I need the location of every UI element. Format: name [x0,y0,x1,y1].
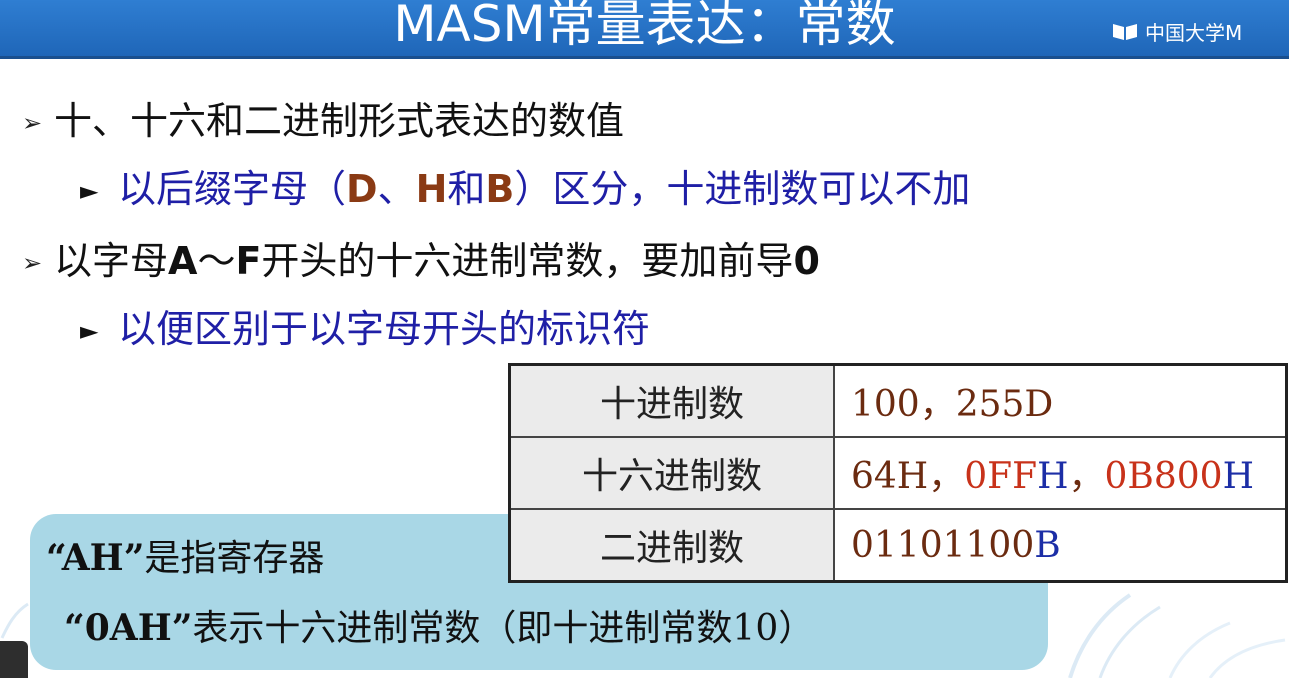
bullet-text: 、 [377,167,416,211]
bullet-text: 和 [447,167,486,211]
value-segment: H [1037,456,1069,497]
player-control-handle[interactable] [0,641,28,678]
university-logo: 中国大学M [1111,18,1289,44]
value-segment: ， [1068,456,1105,497]
decorative-swirl [0,602,29,639]
bullet-text: ～ [197,239,236,283]
suffix-letter: D [346,167,378,211]
value-segment: 01101100 [851,524,1035,566]
slide-title: MASM常量表达：常数 [393,0,896,53]
bullet-text: 以便区别于以字母开头的标识符 [118,307,651,351]
note-quoted-term: “AH” [46,537,145,579]
row-label: 十进制数 [508,363,835,438]
letter-a: A [168,239,198,283]
suffix-letter: B [485,167,515,211]
bullet-number-forms: ➢ 十、十六和二进制形式表达的数值 [22,98,624,146]
bullet-text: 以字母 [54,239,169,283]
bullet-text: 开头的十六进制常数，要加前导 [261,239,794,283]
radix-examples-table: 十进制数 100，255D 十六进制数 64H，0FFH，0B800H 二进制数… [508,363,1288,583]
value-segment: 0B800 [1104,456,1223,497]
letter-f: F [235,239,262,283]
triangle-bullet-icon: ► [80,177,99,205]
table-row-decimal: 十进制数 100，255D [508,363,1288,438]
row-value: 01101100B [833,508,1288,583]
note-quoted-term: “0AH” [64,607,193,649]
leading-zero: 0 [793,239,820,283]
bullet-text: ）区分，十进制数可以不加 [514,167,971,211]
decorative-swirl [1068,593,1286,678]
value-segment: 0FF [964,456,1038,497]
slide-title-bar: MASM常量表达：常数 中国大学M [0,0,1289,59]
note-text: 是指寄存器 [144,538,325,579]
book-logo-icon [1113,24,1137,40]
suffix-letter: H [415,167,448,211]
triangle-bullet-icon: ► [80,317,99,345]
bullet-text: 以后缀字母（ [118,167,347,211]
note-text: 表示十六进制常数（即十进制常数10） [192,608,815,649]
arrow-bullet-icon: ➢ [22,249,43,277]
table-row-hex: 十六进制数 64H，0FFH，0B800H [508,436,1288,510]
row-label: 二进制数 [508,508,835,583]
row-value: 100，255D [833,363,1288,438]
bullet-identifier: ► 以便区别于以字母开头的标识符 [80,306,650,354]
value-segment: 100，255D [851,384,1054,425]
row-label: 十六进制数 [508,436,835,510]
bullet-leading-zero: ➢ 以字母A～F开头的十六进制常数，要加前导0 [22,238,820,286]
row-value: 64H，0FFH，0B800H [833,436,1288,510]
arrow-bullet-icon: ➢ [22,109,43,137]
value-segment: H [1222,456,1254,497]
logo-text: 中国大学M [1145,20,1243,45]
table-row-binary: 二进制数 01101100B [508,508,1288,583]
bullet-suffix-letters: ► 以后缀字母（D、H和B）区分，十进制数可以不加 [80,166,970,214]
bullet-text: 十、十六和二进制形式表达的数值 [54,99,625,143]
note-line-0ah: “0AH”表示十六进制常数（即十进制常数10） [64,606,814,651]
note-line-ah: “AH”是指寄存器 [46,536,324,581]
value-segment: B [1034,524,1061,566]
value-segment: 64H， [851,456,965,497]
